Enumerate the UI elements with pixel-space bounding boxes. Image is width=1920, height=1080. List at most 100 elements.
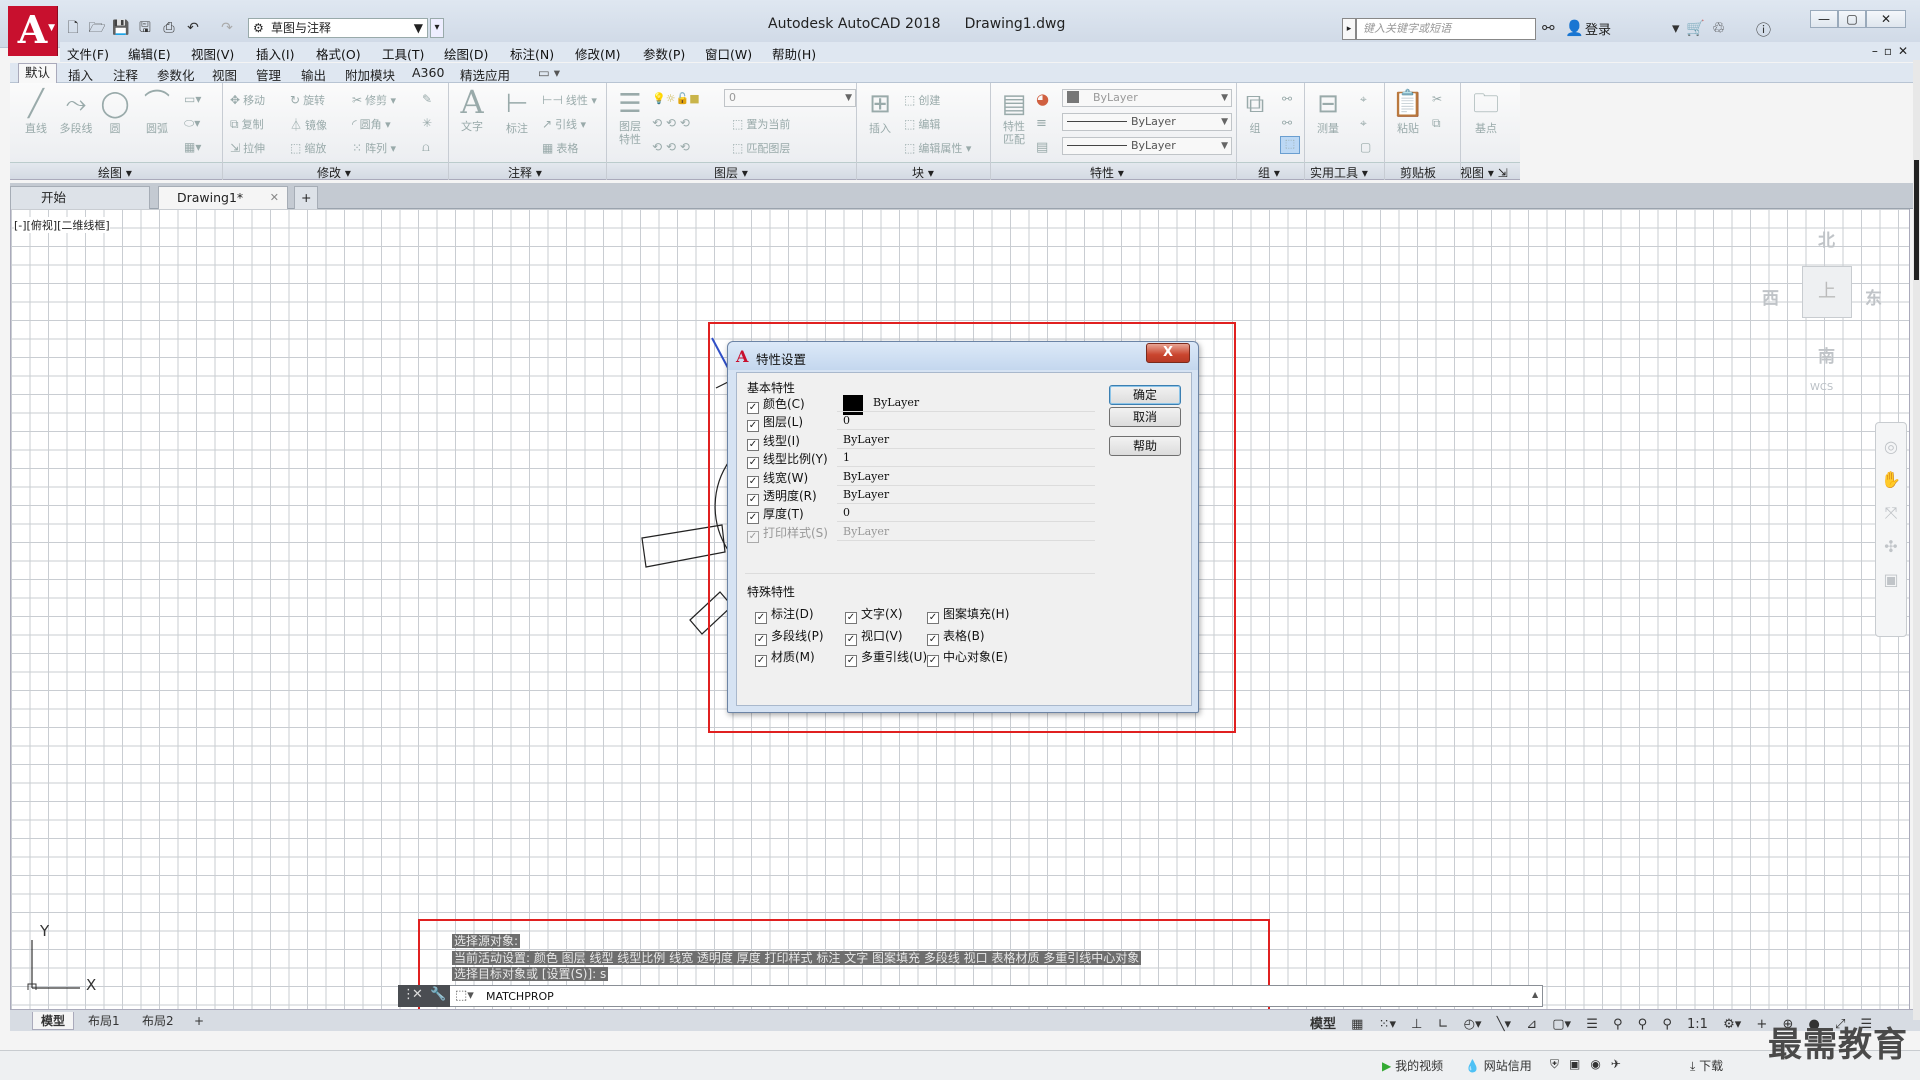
window-scrollbar[interactable] <box>1913 60 1920 1020</box>
panel-properties-label[interactable]: 特性 ▾ <box>1090 164 1124 181</box>
rectangle-button[interactable]: ▭▾ <box>184 92 204 106</box>
command-input[interactable]: MATCHPROP <box>486 990 554 1003</box>
special-checkbox-5[interactable]: ✓ 表格(B) <box>927 627 985 646</box>
hatch-button[interactable]: ▦▾ <box>184 140 204 154</box>
pan-icon[interactable]: ✋ <box>1876 470 1906 489</box>
text-button[interactable]: A 文字 <box>455 86 489 134</box>
menu-tools[interactable]: 工具(T) <box>382 44 424 63</box>
command-line[interactable] <box>398 985 1543 1007</box>
insert-block-button[interactable]: ⊞ 插入 <box>862 88 898 136</box>
layer-tools-row1[interactable]: ⟲ ⟲ ⟲ <box>652 116 693 130</box>
basic-checkbox-3[interactable]: ✓ 线型比例(Y) <box>747 450 828 470</box>
group-button[interactable]: ⧉ 组 <box>1240 88 1270 136</box>
paste-button[interactable]: 📋 粘贴 <box>1390 88 1426 136</box>
help-button[interactable]: 帮助 <box>1109 436 1181 456</box>
special-checkbox-2[interactable]: ✓ 图案填充(H) <box>927 605 1009 624</box>
viewcube-north[interactable]: 北 <box>1818 226 1835 251</box>
explode-icon[interactable]: ✳ <box>422 116 435 130</box>
tab-output[interactable]: 输出 <box>301 65 326 84</box>
panel-view-label[interactable]: 视图 ▾ ⇲ <box>1460 164 1508 181</box>
save-as-icon[interactable]: 🖫 <box>134 18 156 38</box>
viewcube-west[interactable]: 西 <box>1762 284 1779 309</box>
tab-model[interactable]: 模型 <box>32 1012 75 1030</box>
menu-modify[interactable]: 修改(M) <box>575 44 621 63</box>
base-view-button[interactable]: 🗀 基点 <box>1468 88 1504 136</box>
snap-icon[interactable]: ⁙▾ <box>1379 1017 1396 1032</box>
basic-checkbox-2[interactable]: ✓ 线型(I) <box>747 432 800 451</box>
color-dropdown[interactable]: ByLayer ▼ <box>1062 89 1232 107</box>
menu-parametric[interactable]: 参数(P) <box>643 44 685 63</box>
annotation-visibility-icon[interactable]: ⚲ <box>1613 1017 1623 1032</box>
copy-clip-icon[interactable]: ⧉ <box>1432 116 1444 131</box>
menu-edit[interactable]: 编辑(E) <box>128 44 171 63</box>
ungroup-icon[interactable]: ⚯ <box>1282 116 1295 130</box>
match-layer-button[interactable]: ⬚ 匹配图层 <box>732 140 790 156</box>
special-checkbox-3[interactable]: ✓ 多段线(P) <box>755 627 824 646</box>
dialog-titlebar[interactable]: A 特性设置 X <box>728 342 1198 370</box>
workspace-switch-icon[interactable]: ⚙▾ <box>1723 1017 1741 1032</box>
menu-dimension[interactable]: 标注(N) <box>510 44 554 63</box>
menu-format[interactable]: 格式(O) <box>316 44 361 63</box>
edit-attributes-button[interactable]: ⬚ 编辑属性 ▾ <box>904 140 971 156</box>
match-properties-cmd-icon[interactable]: ⬚▾ <box>455 988 474 1003</box>
group-select-toggle[interactable]: ⬚ <box>1280 136 1300 154</box>
utility-tool-3-icon[interactable]: ▢ <box>1360 140 1374 154</box>
tab-addins[interactable]: 附加模块 <box>345 65 395 84</box>
layer-dropdown[interactable]: 0 ▼ <box>724 89 856 107</box>
minimize-button[interactable]: — <box>1810 10 1838 28</box>
utility-tool-2-icon[interactable]: ⌖ <box>1360 116 1370 131</box>
tab-layout1[interactable]: 布局1 <box>80 1012 128 1030</box>
ok-button[interactable]: 确定 <box>1109 385 1181 405</box>
annotation-autoscale-icon[interactable]: ⚲ <box>1638 1017 1648 1032</box>
help-icon[interactable]: ⓘ <box>1756 19 1771 40</box>
array-button[interactable]: ⁙ 阵列 ▾ <box>352 140 396 156</box>
menu-help[interactable]: 帮助(H) <box>772 44 816 63</box>
my-video-link[interactable]: ▶ 我的视频 <box>1382 1057 1443 1074</box>
menu-window[interactable]: 窗口(W) <box>705 44 752 63</box>
cut-icon[interactable]: ✂ <box>1432 92 1445 106</box>
layer-state-icons[interactable]: 💡☼🔓■ <box>652 92 700 105</box>
cart-icon[interactable]: 🛒 <box>1686 19 1705 37</box>
table-button[interactable]: ▦ 表格 <box>542 140 578 156</box>
create-block-button[interactable]: ⬚ 创建 <box>904 92 940 108</box>
viewcube-east[interactable]: 东 <box>1865 284 1882 309</box>
stretch-button[interactable]: ⇲ 拉伸 <box>230 140 265 156</box>
tab-start[interactable]: 开始 <box>10 186 150 209</box>
plus-icon[interactable]: + <box>1756 1017 1767 1032</box>
group-tool-icon[interactable]: ⚯ <box>1282 92 1295 106</box>
panel-utilities-label[interactable]: 实用工具 ▾ <box>1310 164 1368 181</box>
workspace-selector[interactable]: ⚙ 草图与注释 ▼ <box>248 18 428 38</box>
scale-button[interactable]: ⬚ 缩放 <box>290 140 326 156</box>
viewcube-face[interactable]: 上 <box>1802 266 1852 318</box>
mirror-button[interactable]: ⏃ 镜像 <box>290 116 327 133</box>
cancel-button[interactable]: 取消 <box>1109 407 1181 427</box>
close-tab-icon[interactable]: ✕ <box>270 187 279 208</box>
lineweight-dropdown[interactable]: ByLayer ▼ <box>1062 137 1232 155</box>
viewcube[interactable]: 北 西 东 南 上 WCS <box>1755 222 1885 393</box>
maximize-button[interactable]: ▢ <box>1838 10 1866 28</box>
menu-file[interactable]: 文件(F) <box>67 44 109 63</box>
wrench-icon[interactable]: 🔧 <box>430 987 446 1002</box>
leader-button[interactable]: ↗ 引线 ▾ <box>542 116 586 132</box>
close-window-button[interactable]: ✕ <box>1866 10 1906 28</box>
annotation-scale-icon[interactable]: ⚲ <box>1662 1017 1672 1032</box>
save-icon[interactable]: 💾 <box>110 18 132 38</box>
mdi-window-controls[interactable]: –▫✕ <box>1872 44 1914 58</box>
viewport-controls-label[interactable]: [-][俯视][二维线框] <box>14 217 110 233</box>
tab-layout2[interactable]: 布局2 <box>134 1012 182 1030</box>
showmotion-icon[interactable]: ▣ <box>1876 570 1906 589</box>
search-input[interactable]: 键入关键字或短语 <box>1356 18 1536 40</box>
autodesk-exchange-icon[interactable]: ♲ <box>1712 19 1725 37</box>
viewcube-south[interactable]: 南 <box>1818 342 1835 367</box>
lineweight-toggle-icon[interactable]: ☰ <box>1586 1017 1598 1032</box>
ortho-icon[interactable]: ∟ <box>1438 1017 1449 1032</box>
new-file-icon[interactable]: 🗋 <box>62 18 84 38</box>
quick-access-customize-button[interactable]: ▾ <box>430 18 444 38</box>
panel-modify-label[interactable]: 修改 ▾ <box>317 164 351 181</box>
match-properties-button[interactable]: ▤ 特性匹配 <box>996 88 1032 146</box>
measure-button[interactable]: ⊟ 测量 <box>1310 88 1346 136</box>
rotate-button[interactable]: ↻ 旋转 <box>290 92 325 108</box>
trim-button[interactable]: ✂ 修剪 ▾ <box>352 92 396 108</box>
panel-block-label[interactable]: 块 ▾ <box>912 164 934 181</box>
polar-icon[interactable]: ◴▾ <box>1464 1017 1482 1032</box>
